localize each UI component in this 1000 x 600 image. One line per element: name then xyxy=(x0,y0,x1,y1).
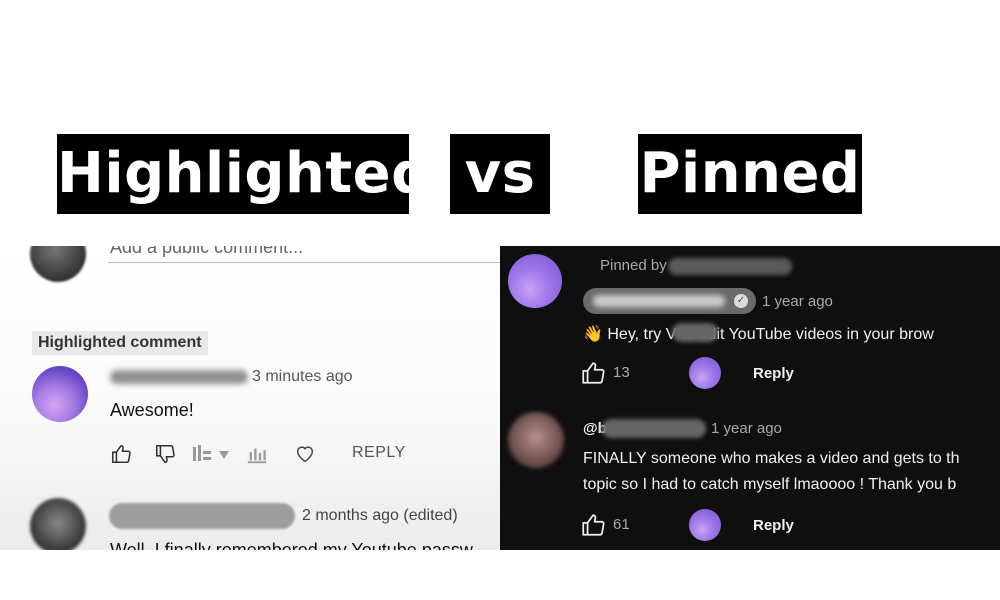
like-count: 61 xyxy=(613,516,630,533)
comment-author-name-blurred[interactable] xyxy=(602,419,706,438)
verified-author-chip[interactable]: ✓ xyxy=(583,288,756,314)
pinned-comment-avatar[interactable] xyxy=(508,254,562,308)
creator-tool-dropdown-icon[interactable] xyxy=(192,443,232,465)
like-icon[interactable] xyxy=(580,360,606,386)
highlighted-comment-badge: Highlighted comment xyxy=(32,331,208,355)
current-user-avatar xyxy=(30,246,86,282)
comment-text-line-2: topic so I had to catch myself lmaoooo !… xyxy=(583,476,957,493)
title-pinned: Pinned xyxy=(638,134,862,214)
pinned-text-blurred-word xyxy=(672,323,718,342)
comment-text: Awesome! xyxy=(110,400,194,420)
comment-author-name-blurred[interactable] xyxy=(110,370,248,384)
comment-text-line-1: FINALLY someone who makes a video and ge… xyxy=(583,450,960,467)
reply-button[interactable]: Reply xyxy=(753,517,794,534)
like-count: 13 xyxy=(613,364,630,381)
reply-button[interactable]: Reply xyxy=(753,365,794,382)
creator-heart-avatar xyxy=(689,509,721,541)
verified-check-icon: ✓ xyxy=(734,294,748,308)
pinned-comment-timestamp[interactable]: 1 year ago xyxy=(762,293,833,310)
like-icon[interactable] xyxy=(580,512,606,538)
pinned-by-label: Pinned by xyxy=(600,257,667,274)
comment-author-avatar[interactable] xyxy=(508,412,564,468)
author-name-blurred xyxy=(593,295,725,307)
add-comment-input[interactable]: Add a public comment... xyxy=(110,246,303,258)
next-comment-avatar[interactable] xyxy=(30,498,86,550)
next-comment-author-blurred[interactable] xyxy=(109,503,295,529)
title-highlighted: Highlighted xyxy=(57,134,431,214)
pinned-by-name-blurred xyxy=(668,258,792,275)
comment-timestamp[interactable]: 3 minutes ago xyxy=(252,368,353,386)
highlighted-comment-panel: Add a public comment... Highlighted comm… xyxy=(0,246,500,550)
title-vs: vs xyxy=(450,134,550,214)
comment-timestamp[interactable]: 1 year ago xyxy=(711,420,782,437)
heart-icon[interactable] xyxy=(294,443,316,465)
dislike-icon[interactable] xyxy=(154,443,176,465)
analytics-icon[interactable] xyxy=(246,443,268,465)
creator-heart-avatar xyxy=(689,357,721,389)
next-comment-text: Well, I finally remembered my Youtube pa… xyxy=(110,540,473,550)
pinned-comment-text: 👋 Hey, try V to edit YouTube videos in y… xyxy=(583,326,934,343)
reply-button[interactable]: REPLY xyxy=(352,444,406,462)
like-icon[interactable] xyxy=(110,443,132,465)
add-comment-underline xyxy=(108,262,500,263)
comment-author-avatar[interactable] xyxy=(32,366,88,422)
next-comment-timestamp[interactable]: 2 months ago (edited) xyxy=(302,507,458,525)
pinned-comment-panel: Pinned by ✓ 1 year ago 👋 Hey, try V to e… xyxy=(500,246,1000,550)
